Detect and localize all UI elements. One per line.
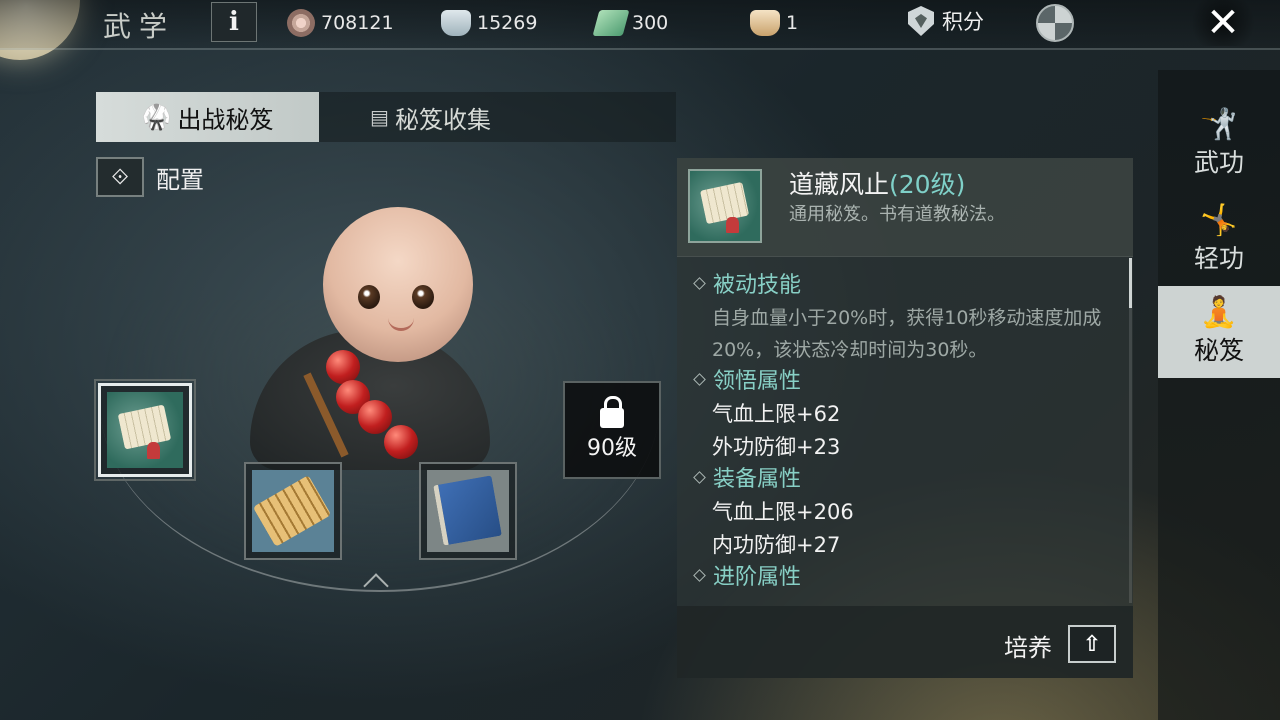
sidebar-item-label: 轻功 <box>1193 244 1244 273</box>
sidebar-item-label: 武功 <box>1193 148 1244 177</box>
sidebar-item-martial-arts[interactable]: 🤺 武功 <box>1158 98 1280 190</box>
section-title: 被动技能 <box>693 270 1129 302</box>
score-label: 积分 <box>942 10 984 34</box>
martial-pose-icon: 🥋 <box>141 103 172 131</box>
meditation-icon: 🧘 <box>1200 295 1238 330</box>
attribute-line: 内功防御+27 <box>712 533 841 557</box>
config-label: 配置 <box>156 166 204 194</box>
scroll-book-icon <box>107 392 183 468</box>
diamond-icon <box>693 276 706 290</box>
info-button[interactable]: i <box>211 2 257 42</box>
scrollbar-thumb[interactable] <box>1129 258 1132 308</box>
tab-label: 出战秘笈 <box>177 105 274 134</box>
book-level: (20级) <box>889 170 966 199</box>
leap-pose-icon: 🤸 <box>1200 203 1238 238</box>
config-button[interactable]: ⟐ <box>96 157 144 197</box>
silver-ingot-icon <box>441 10 471 36</box>
tab-book-collection[interactable]: ▤ 秘笈收集 <box>319 92 542 142</box>
passive-skill-text: 自身血量小于20%时，获得10秒移动速度加成20%，该状态冷却时间为30秒。 <box>712 307 1102 361</box>
book-name: 道藏风止 <box>789 170 890 199</box>
score-button[interactable]: 积分 <box>908 6 984 36</box>
sidebar-item-secret-books[interactable]: 🧘 秘笈 <box>1158 286 1280 378</box>
book-slot-3[interactable] <box>419 462 517 560</box>
jade-ticket-icon <box>592 10 630 36</box>
diamond-icon <box>693 372 706 386</box>
character-head <box>323 207 473 362</box>
candied-haw <box>326 350 360 384</box>
scroll-book-icon <box>688 169 762 243</box>
emblem-icon[interactable] <box>1036 4 1074 42</box>
book-slot-1[interactable] <box>94 379 196 481</box>
cultivate-button[interactable]: ⇧ <box>1068 625 1116 663</box>
book-detail-body[interactable]: 被动技能 自身血量小于20%时，获得10秒移动速度加成20%，该状态冷却时间为3… <box>677 260 1129 602</box>
character-eye <box>412 285 434 309</box>
currency-copper[interactable]: 708121 <box>287 7 394 39</box>
locked-book-slot[interactable]: 90级 <box>563 381 661 479</box>
copper-coin-icon <box>287 9 315 37</box>
link-icon: ⟐ <box>111 164 129 190</box>
scroll-icon: ▤ <box>370 105 389 129</box>
book-description: 通用秘笈。书有道教秘法。 <box>789 204 1005 225</box>
section-title: 装备属性 <box>693 464 1129 496</box>
book-tabs: 🥋 出战秘笈 ▤ 秘笈收集 <box>96 92 676 142</box>
book-detail-footer: 培养 ⇧ <box>677 606 1133 678</box>
diamond-icon <box>693 568 706 582</box>
section-title: 进阶属性 <box>693 562 1129 594</box>
diamond-icon <box>693 470 706 484</box>
top-bar: 武学 i 708121 15269 300 1 积分 ✕ <box>0 0 1280 48</box>
page-title: 武学 <box>103 10 176 43</box>
tab-battle-books[interactable]: 🥋 出战秘笈 <box>96 92 319 142</box>
book-slot-2[interactable] <box>244 462 342 560</box>
cultivate-label: 培养 <box>1004 634 1052 662</box>
header-divider <box>0 48 1280 70</box>
attribute-line: 外功防御+23 <box>712 435 841 459</box>
currency-value: 708121 <box>321 12 394 34</box>
attribute-line: 气血上限+206 <box>712 500 854 524</box>
candied-haw <box>358 400 392 434</box>
blue-book-icon <box>427 470 509 552</box>
martial-sidebar: 🤺 武功 🤸 轻功 🧘 秘笈 <box>1158 70 1280 720</box>
sidebar-item-label: 秘笈 <box>1193 336 1244 365</box>
currency-gold[interactable]: 1 <box>750 7 798 39</box>
book-detail-header: 道藏风止(20级) 通用秘笈。书有道教秘法。 <box>677 158 1133 257</box>
kick-pose-icon: 🤺 <box>1200 107 1238 142</box>
currency-value: 300 <box>632 12 669 34</box>
gold-ingot-icon <box>750 10 780 36</box>
book-detail-panel: 道藏风止(20级) 通用秘笈。书有道教秘法。 被动技能 自身血量小于20%时，获… <box>677 158 1133 678</box>
close-button[interactable]: ✕ <box>1184 0 1262 46</box>
shield-icon <box>908 6 934 36</box>
currency-value: 1 <box>786 12 799 34</box>
sidebar-item-lightness-skill[interactable]: 🤸 轻功 <box>1158 194 1280 286</box>
book-title: 道藏风止(20级) <box>789 165 965 201</box>
character-eye <box>358 285 380 309</box>
tab-label: 秘笈收集 <box>394 105 491 134</box>
currency-value: 15269 <box>477 12 538 34</box>
up-arrow-icon: ⇧ <box>1082 631 1102 657</box>
currency-silver[interactable]: 15269 <box>441 7 537 39</box>
candied-haw <box>384 425 418 459</box>
bamboo-scroll-icon <box>252 470 334 552</box>
attribute-line: 气血上限+62 <box>712 402 841 426</box>
unlock-level: 90级 <box>587 436 637 461</box>
currency-jade[interactable]: 300 <box>592 7 669 39</box>
section-title: 领悟属性 <box>693 366 1129 398</box>
lock-icon <box>600 396 624 428</box>
scrollbar-track[interactable] <box>1129 258 1132 603</box>
